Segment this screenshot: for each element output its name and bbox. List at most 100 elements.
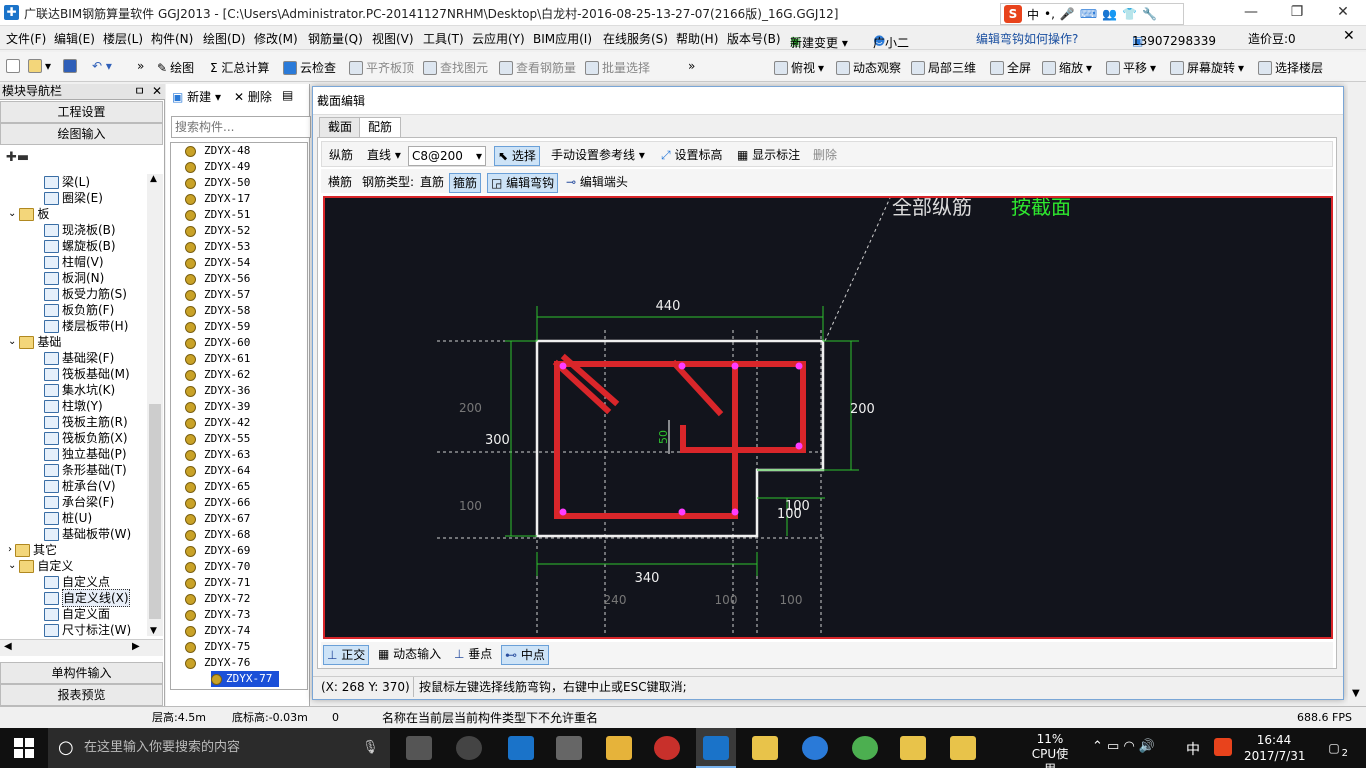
list-item[interactable]: ZDYX-63 [185, 447, 250, 463]
list-item[interactable]: ZDYX-66 [185, 495, 250, 511]
menu-component[interactable]: 构件(N) [151, 30, 193, 47]
menu-file[interactable]: 文件(F) [6, 30, 46, 47]
view-rebar-button[interactable]: 查看钢筋量 [499, 59, 576, 76]
tree-hscrollbar[interactable]: ◀ ▶ [0, 639, 163, 656]
single-input-button[interactable]: 单构件输入 [0, 662, 163, 684]
tree-folder[interactable]: ⌄ 基础 [8, 334, 61, 350]
wrench-icon[interactable]: 🔧 [1142, 7, 1157, 21]
tree-item[interactable]: 柱帽(V) [44, 254, 104, 270]
list-item[interactable]: ZDYX-58 [185, 303, 250, 319]
list-item[interactable]: ZDYX-52 [185, 223, 250, 239]
draw-button[interactable]: ✎ 绘图 [157, 59, 194, 76]
list-item[interactable]: ZDYX-36 [185, 383, 250, 399]
scroll-down-icon[interactable]: ▼ [1352, 688, 1360, 699]
ggj-taskbar-item[interactable] [696, 728, 736, 768]
list-item[interactable]: ZDYX-68 [185, 527, 250, 543]
tree-item[interactable]: 楼层板带(H) [44, 318, 128, 334]
list-item[interactable]: ZDYX-64 [185, 463, 250, 479]
tree-item[interactable]: 承台梁(F) [44, 494, 114, 510]
scroll-up-icon[interactable]: ▲ [150, 174, 157, 184]
dynamic-view-button[interactable]: 动态观察 [836, 59, 901, 76]
list-item[interactable]: ZDYX-61 [185, 351, 250, 367]
store-icon[interactable] [556, 736, 582, 760]
main-vscrollbar[interactable]: ▼ [1348, 84, 1366, 706]
mic-icon[interactable]: 🎤 [1060, 7, 1075, 21]
pin-icon[interactable]: ㅁ [134, 84, 145, 99]
expand-toggle-icon[interactable]: › [8, 542, 12, 558]
skin-icon[interactable]: 👕 [1122, 7, 1137, 21]
tree-item[interactable]: 柱墩(Y) [44, 398, 103, 414]
tree-item[interactable]: 现浇板(B) [44, 222, 116, 238]
menu-view[interactable]: 视图(V) [372, 30, 414, 47]
menu-modify[interactable]: 修改(M) [254, 30, 298, 47]
expand-toggle-icon[interactable]: ⌄ [8, 558, 16, 574]
ref-line-select[interactable]: 手动设置参考线 ▾ [548, 146, 648, 166]
menu-draw[interactable]: 绘图(D) [203, 30, 246, 47]
ime-toolbar[interactable]: S 中 •, 🎤 ⌨ 👥 👕 🔧 [1000, 3, 1184, 25]
midpoint-button[interactable]: ⊷ 中点 [501, 645, 549, 665]
menu-edit[interactable]: 编辑(E) [54, 30, 95, 47]
mic-icon[interactable]: 🎙 [362, 728, 379, 768]
undo-icon[interactable]: ↶ ▾ [92, 59, 112, 73]
expand-toggle-icon[interactable]: ⌄ [8, 206, 16, 222]
list-item[interactable]: ZDYX-53 [185, 239, 250, 255]
list-item[interactable]: ZDYX-69 [185, 543, 250, 559]
calc-button[interactable]: Σ 汇总计算 [210, 59, 269, 76]
app-icon-2[interactable] [654, 736, 680, 760]
tree-item[interactable]: 独立基础(P) [44, 446, 127, 462]
set-elev-button[interactable]: ⤢ 设置标高 [658, 146, 725, 166]
save-icon[interactable] [63, 59, 77, 73]
menu-rebar[interactable]: 钢筋量(Q) [308, 30, 363, 47]
copy-icon[interactable]: ▤ [282, 88, 293, 102]
tree-folder[interactable]: › 其它 [8, 542, 57, 558]
scroll-down-icon[interactable]: ▼ [150, 626, 157, 636]
tree-item[interactable]: 桩(U) [44, 510, 92, 526]
explorer-icon[interactable] [606, 736, 632, 760]
list-item[interactable]: ZDYX-49 [185, 159, 250, 175]
list-item[interactable]: ZDYX-42 [185, 415, 250, 431]
tree-item[interactable]: 梁(L) [44, 174, 90, 190]
ime-lang[interactable]: 中 [1027, 6, 1039, 23]
list-item[interactable]: ZDYX-56 [185, 271, 250, 287]
close-button[interactable]: ✕ [1320, 0, 1366, 26]
project-settings-button[interactable]: 工程设置 [0, 101, 163, 123]
list-item[interactable]: ZDYX-77 [211, 671, 279, 687]
user-icon[interactable]: 👥 [1102, 7, 1117, 21]
fullscreen-button[interactable]: 全屏 [990, 59, 1031, 76]
dynamic-input-button[interactable]: ▦ 动态输入 [375, 645, 444, 665]
tray-icons[interactable]: ⌃ ▭ ◠ 🔊 [1092, 739, 1155, 754]
select-button[interactable]: ⬉ 选择 [494, 146, 540, 166]
hook-3[interactable] [670, 359, 724, 417]
line-type-select[interactable]: 直线 ▾ [364, 146, 404, 166]
edit-hook-button[interactable]: ◲ 编辑弯钩 [487, 173, 559, 193]
list-item[interactable]: ZDYX-55 [185, 431, 250, 447]
app-icon-4[interactable] [852, 736, 878, 760]
tree-item[interactable]: 筏板负筋(X) [44, 430, 128, 446]
list-item[interactable]: ZDYX-17 [185, 191, 250, 207]
menu-help[interactable]: 帮助(H) [676, 30, 718, 47]
new-component-button[interactable]: ▣ 新建 ▾ [172, 88, 221, 105]
notes-icon[interactable] [752, 736, 778, 760]
list-item[interactable]: ZDYX-57 [185, 287, 250, 303]
list-item[interactable]: ZDYX-74 [185, 623, 250, 639]
straight-bar-button[interactable]: 直筋 [417, 173, 447, 193]
overflow-icon[interactable]: » [688, 59, 695, 73]
list-item[interactable]: ZDYX-59 [185, 319, 250, 335]
tray-clock[interactable]: 16:44 2017/7/31 [1244, 732, 1306, 764]
help-link[interactable]: 编辑弯钩如何操作? [976, 30, 1078, 47]
cost-beans[interactable]: 造价豆:0 [1248, 30, 1296, 47]
tree-item[interactable]: 自定义点 [44, 574, 110, 590]
list-item[interactable]: ZDYX-51 [185, 207, 250, 223]
menu-version[interactable]: 版本号(B) [727, 30, 781, 47]
list-item[interactable]: ZDYX-75 [185, 639, 250, 655]
list-item[interactable]: ZDYX-72 [185, 591, 250, 607]
tree-item[interactable]: 筏板基础(M) [44, 366, 130, 382]
show-mark-button[interactable]: ▦ 显示标注 [734, 146, 803, 166]
list-item[interactable]: ZDYX-71 [185, 575, 250, 591]
list-item[interactable]: ZDYX-67 [185, 511, 250, 527]
tree-item[interactable]: 尺寸标注(W) [44, 622, 131, 638]
tree-item[interactable]: 板负筋(F) [44, 302, 114, 318]
cad-canvas[interactable]: 440 200 300 200 100 100 100 340 240 100 … [323, 195, 1333, 639]
help-app-icon-2[interactable] [950, 736, 976, 760]
spec-select[interactable]: C8@200 ▾ [408, 146, 486, 166]
